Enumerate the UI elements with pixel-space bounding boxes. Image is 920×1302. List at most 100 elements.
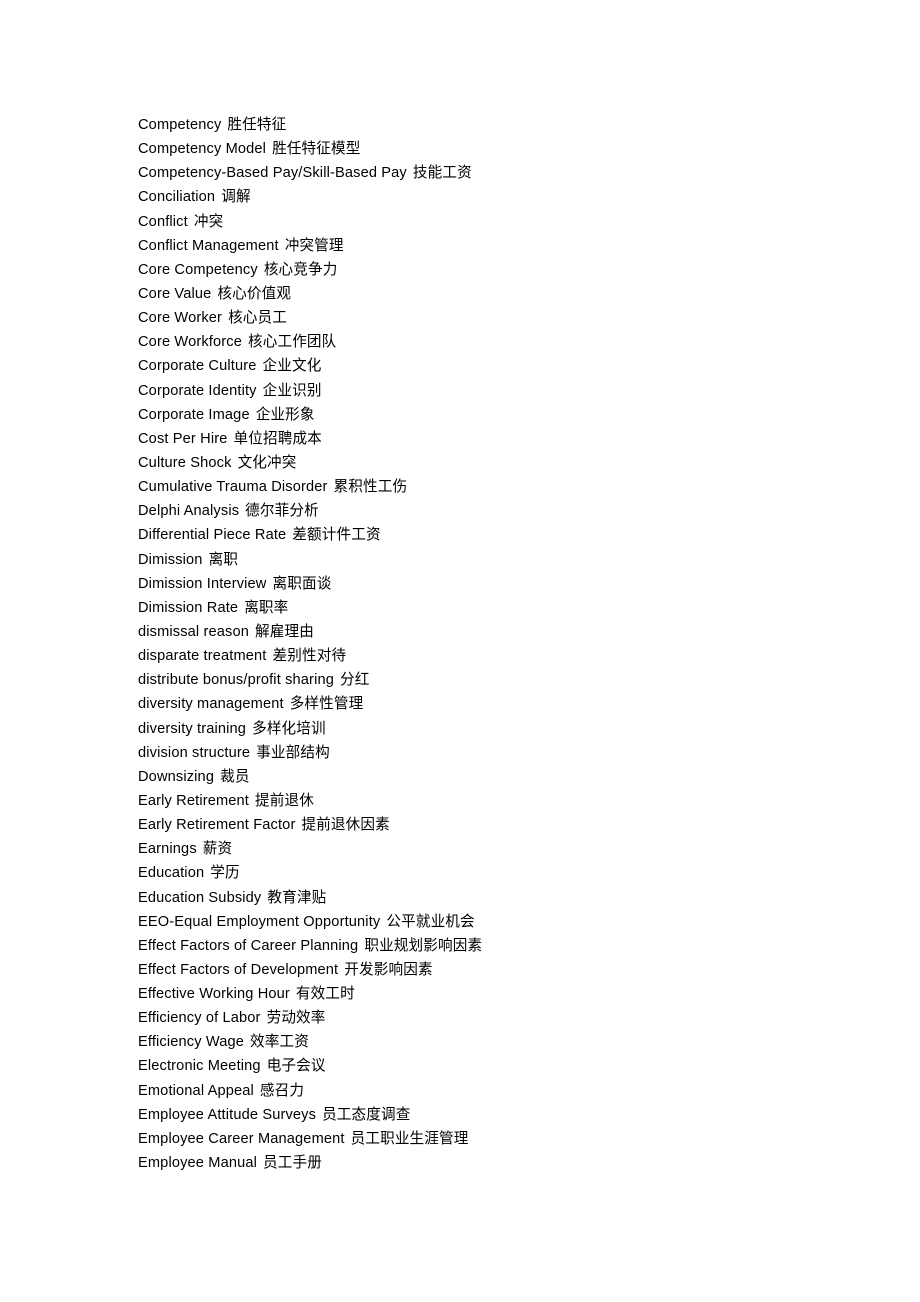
glossary-entry: Early Retirement Factor 提前退休因素	[138, 813, 838, 837]
glossary-term-chinese: 差额计件工资	[292, 526, 381, 544]
glossary-entry: Corporate Identity 企业识别	[138, 379, 838, 403]
glossary-term-english: Effect Factors of Development	[138, 961, 339, 978]
glossary-entry: Corporate Culture 企业文化	[138, 354, 838, 378]
glossary-term-english: diversity training	[138, 720, 247, 737]
glossary-term-chinese: 核心价值观	[217, 284, 292, 302]
glossary-entry: Education 学历	[138, 861, 838, 885]
glossary-entry: Conflict Management 冲突管理	[138, 234, 838, 258]
glossary-entry: Early Retirement 提前退休	[138, 789, 838, 813]
glossary-entry: Effective Working Hour 有效工时	[138, 982, 838, 1006]
glossary-entry: disparate treatment 差别性对待	[138, 644, 838, 668]
glossary-term-english: Employee Attitude Surveys	[138, 1106, 317, 1123]
glossary-term-chinese: 电子会议	[266, 1057, 326, 1075]
glossary-entry: Education Subsidy 教育津贴	[138, 886, 838, 910]
glossary-term-chinese: 胜任特征模型	[272, 140, 361, 158]
glossary-term-english: EEO-Equal Employment Opportunity	[138, 913, 381, 930]
glossary-entry: Culture Shock 文化冲突	[138, 451, 838, 475]
glossary-term-english: Early Retirement	[138, 792, 250, 809]
glossary-term-chinese: 分红	[339, 671, 370, 689]
glossary-term-english: Employee Manual	[138, 1155, 258, 1172]
glossary-term-english: Dimission Rate	[138, 599, 239, 616]
glossary-term-chinese: 企业形象	[255, 405, 315, 423]
glossary-term-chinese: 核心竞争力	[263, 260, 338, 278]
glossary-term-chinese: 学历	[210, 864, 240, 882]
glossary-entry: Cumulative Trauma Disorder 累积性工伤	[138, 475, 838, 499]
glossary-term-chinese: 职业规划影响因素	[364, 936, 483, 954]
glossary-term-chinese: 感召力	[259, 1081, 305, 1099]
glossary-entry: diversity training 多样化培训	[138, 717, 838, 741]
glossary-term-chinese: 提前退休	[255, 791, 314, 809]
glossary-entry: EEO-Equal Employment Opportunity 公平就业机会	[138, 910, 838, 934]
document-page: Competency 胜任特征 Competency Model 胜任特征模型 Comp…	[0, 0, 920, 1302]
glossary-entry: Competency-Based Pay/Skill-Based Pay 技能工资	[138, 161, 838, 185]
glossary-term-english: Employee Career Management	[138, 1130, 345, 1147]
glossary-term-english: Effective Working Hour	[138, 986, 290, 1003]
glossary-term-chinese: 事业部结构	[256, 743, 330, 761]
glossary-term-chinese: 冲突	[193, 212, 224, 230]
glossary-term-english: Early Retirement Factor	[138, 817, 296, 834]
glossary-term-english: Cost Per Hire	[138, 430, 228, 447]
glossary-term-chinese: 累积性工伤	[333, 478, 408, 496]
glossary-term-chinese: 教育津贴	[267, 888, 327, 906]
glossary-term-chinese: 多样化培训	[252, 719, 326, 737]
glossary-term-english: Cumulative Trauma Disorder	[138, 479, 328, 496]
glossary-entry: Core Value 核心价值观	[138, 282, 838, 306]
glossary-term-chinese: 企业文化	[262, 357, 322, 375]
glossary-term-english: Conflict	[138, 213, 188, 230]
glossary-term-chinese: 离职率	[244, 598, 289, 616]
glossary-term-chinese: 员工态度调查	[322, 1105, 411, 1123]
glossary-term-chinese: 薪资	[202, 840, 233, 858]
glossary-term-chinese: 员工手册	[263, 1154, 322, 1172]
glossary-term-chinese: 胜任特征	[227, 116, 287, 133]
glossary-entry: division structure 事业部结构	[138, 741, 838, 765]
glossary-entry: Electronic Meeting 电子会议	[138, 1054, 838, 1078]
glossary-term-english: Electronic Meeting	[138, 1058, 261, 1075]
glossary-term-chinese: 多样性管理	[289, 695, 364, 713]
glossary-term-chinese: 有效工时	[295, 985, 355, 1003]
glossary-term-english: Effect Factors of Career Planning	[138, 937, 359, 954]
glossary-term-english: Delphi Analysis	[138, 503, 240, 520]
glossary-entry: Effect Factors of Development 开发影响因素	[138, 958, 838, 982]
glossary-term-english: Education Subsidy	[138, 889, 262, 906]
glossary-term-english: dismissal reason	[138, 623, 250, 640]
glossary-entry: Conflict 冲突	[138, 210, 838, 234]
glossary-term-english: division structure	[138, 744, 251, 761]
glossary-entry: dismissal reason 解雇理由	[138, 620, 838, 644]
glossary-entry: Differential Piece Rate 差额计件工资	[138, 523, 838, 547]
glossary-term-english: Earnings	[138, 841, 197, 858]
glossary-entry: distribute bonus/profit sharing 分红	[138, 668, 838, 692]
glossary-term-english: Corporate Identity	[138, 382, 257, 399]
glossary-term-english: Efficiency Wage	[138, 1034, 245, 1051]
glossary-term-english: Dimission	[138, 551, 203, 568]
glossary-entry: Dimission Rate 离职率	[138, 596, 838, 620]
glossary-term-english: distribute bonus/profit sharing	[138, 672, 334, 689]
glossary-term-english: Core Worker	[138, 310, 223, 327]
glossary-term-english: Emotional Appeal	[138, 1082, 254, 1099]
glossary-term-chinese: 裁员	[220, 767, 250, 785]
glossary-term-chinese: 冲突管理	[284, 236, 344, 254]
glossary-term-english: Core Workforce	[138, 334, 242, 351]
glossary-term-chinese: 文化冲突	[237, 453, 297, 471]
glossary-term-english: Competency-Based Pay/Skill-Based Pay	[138, 165, 407, 182]
glossary-entry: Efficiency of Labor 劳动效率	[138, 1006, 838, 1030]
glossary-term-english: Core Value	[138, 285, 212, 302]
glossary-term-english: Efficiency of Labor	[138, 1010, 261, 1027]
glossary-term-english: Competency Model	[138, 141, 267, 158]
glossary-entry: Core Worker 核心员工	[138, 306, 838, 330]
glossary-entry: Earnings 薪资	[138, 837, 838, 861]
glossary-term-chinese: 德尔菲分析	[245, 502, 319, 520]
glossary-term-english: diversity management	[138, 696, 284, 713]
glossary-entry: Core Competency 核心竞争力	[138, 258, 838, 282]
glossary-entry: Dimission Interview 离职面谈	[138, 572, 838, 596]
glossary-term-chinese: 解雇理由	[255, 622, 314, 640]
glossary-entry: Employee Attitude Surveys 员工态度调查	[138, 1103, 838, 1127]
glossary-term-english: Corporate Image	[138, 406, 250, 423]
glossary-term-english: Downsizing	[138, 768, 215, 785]
glossary-entry: Competency Model 胜任特征模型	[138, 137, 838, 161]
glossary-term-english: Culture Shock	[138, 454, 232, 471]
glossary-term-chinese: 差别性对待	[272, 647, 347, 665]
glossary-term-english: Conciliation	[138, 189, 216, 206]
glossary-entry: Emotional Appeal 感召力	[138, 1079, 838, 1103]
glossary-entry: Dimission 离职	[138, 548, 838, 572]
glossary-term-chinese: 开发影响因素	[344, 960, 433, 978]
